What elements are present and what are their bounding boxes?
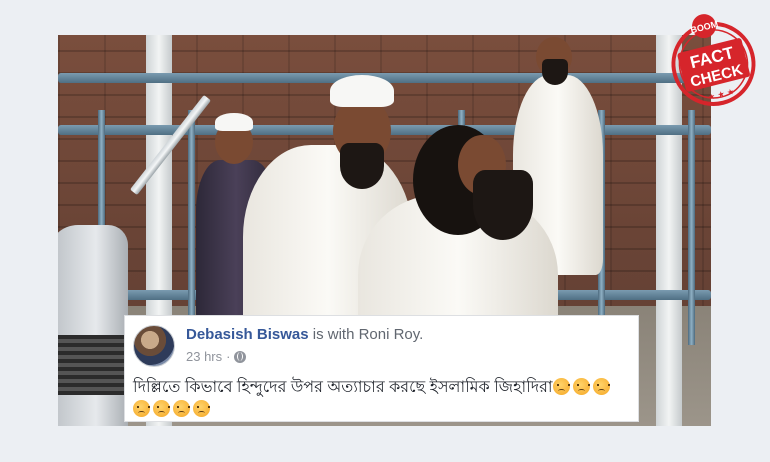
angry-face-emoji [552, 378, 570, 395]
globe-icon[interactable] [234, 350, 247, 363]
railing-bar [188, 110, 195, 345]
angry-face-emoji [133, 400, 150, 417]
tagged-user-link[interactable]: Roni Roy. [359, 326, 424, 343]
with-text: is with [308, 326, 359, 343]
car [58, 225, 128, 426]
facebook-post-card: Debasish Biswas is with Roni Roy. 23 hrs… [124, 315, 639, 422]
angry-face-emoji [193, 400, 210, 417]
post-text: দিল্লিতে কিভাবে হিন্দুদের উপর অত্যাচার ক… [133, 377, 630, 421]
avatar[interactable] [133, 325, 175, 367]
meta-separator: · [226, 349, 231, 364]
post-meta: 23 hrs · [186, 349, 247, 364]
timestamp-link[interactable]: 23 hrs [186, 349, 222, 364]
railing-bar [688, 110, 695, 345]
angry-face-emoji [572, 378, 590, 395]
angry-face-emoji [153, 400, 170, 417]
post-body: দিল্লিতে কিভাবে হিন্দুদের উপর অত্যাচার ক… [133, 379, 553, 396]
author-name-link[interactable]: Debasish Biswas [186, 326, 309, 343]
fact-check-stamp: BOOM FACT CHECK ★ ★ ★ [666, 12, 760, 108]
post-header: Debasish Biswas is with Roni Roy. [186, 326, 423, 343]
car-grill [58, 335, 128, 395]
fact-check-badge-icon: BOOM FACT CHECK ★ ★ ★ [671, 14, 756, 106]
angry-face-emoji [592, 378, 610, 395]
angry-face-emoji [173, 400, 190, 417]
